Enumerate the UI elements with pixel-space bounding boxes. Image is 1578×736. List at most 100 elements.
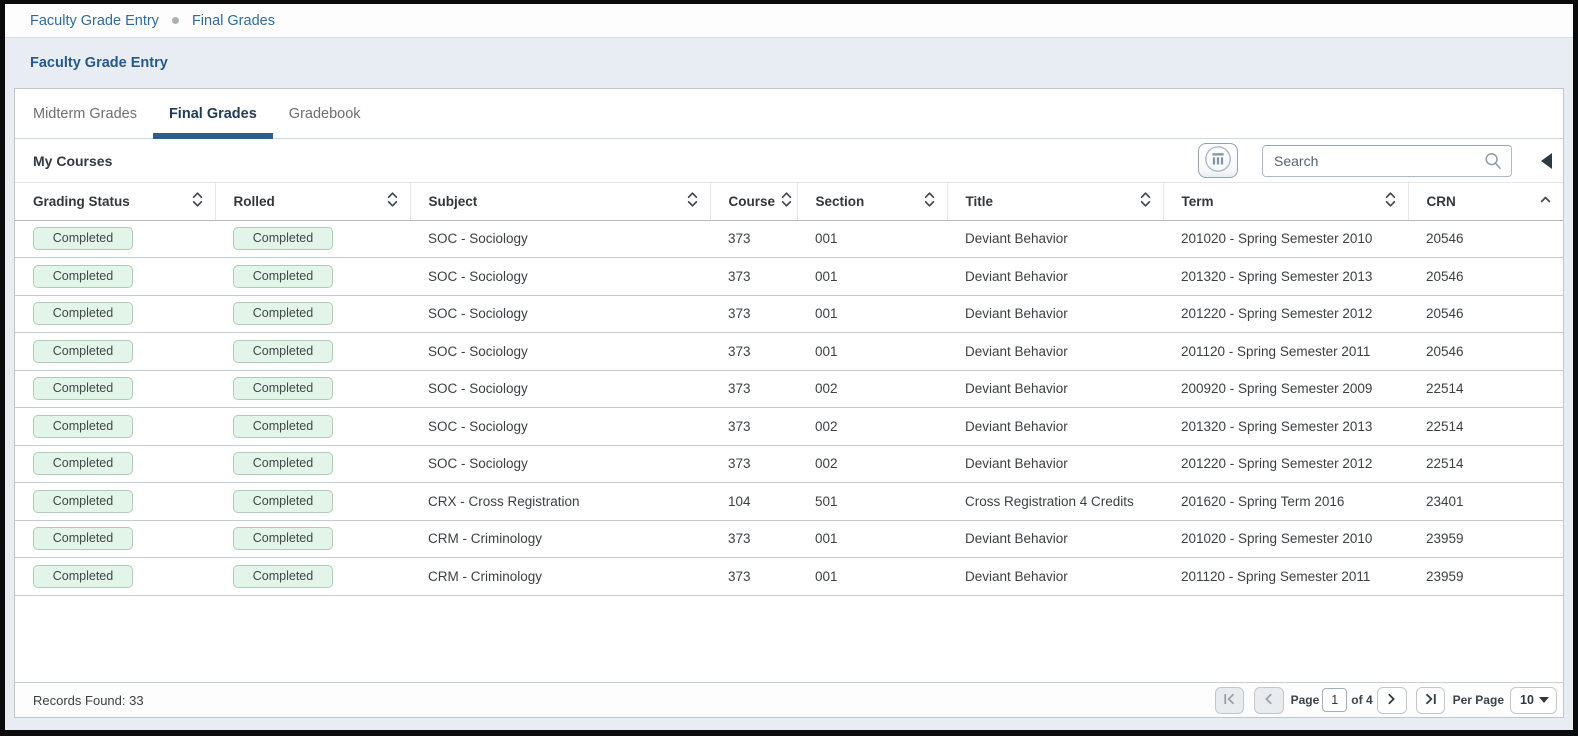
column-header-inner: Title: [966, 191, 1151, 211]
tab-label: Final Grades: [169, 106, 257, 122]
sort-toggle-icon[interactable]: [387, 191, 398, 211]
cell-section: 001: [797, 295, 947, 333]
first-page-button[interactable]: [1215, 687, 1244, 714]
column-header-term[interactable]: Term: [1163, 183, 1408, 220]
sort-toggle-icon[interactable]: [192, 191, 203, 211]
status-badge: Completed: [233, 302, 333, 325]
table-row[interactable]: CompletedCompletedSOC - Sociology373001D…: [15, 220, 1563, 258]
tab-gradebook[interactable]: Gradebook: [273, 89, 377, 138]
cell-section: 001: [797, 558, 947, 596]
pagination: Page of 4: [1215, 687, 1557, 714]
column-label: Term: [1182, 194, 1214, 209]
per-page-value: 10: [1520, 693, 1534, 707]
cell-rolled: Completed: [215, 520, 410, 558]
cell-subject: CRX - Cross Registration: [410, 483, 710, 521]
sort-ascending-icon[interactable]: [1540, 191, 1551, 211]
next-page-button[interactable]: [1377, 687, 1407, 714]
cell-term: 201220 - Spring Semester 2012: [1163, 445, 1408, 483]
table-row[interactable]: CompletedCompletedSOC - Sociology373002D…: [15, 370, 1563, 408]
caret-down-icon: [1539, 697, 1549, 703]
cell-crn: 20546: [1408, 258, 1563, 296]
status-badge: Completed: [233, 490, 333, 513]
column-header-inner: Rolled: [234, 191, 398, 211]
first-page-icon: [1223, 693, 1236, 708]
column-label: Subject: [429, 194, 478, 209]
search-input[interactable]: [1262, 145, 1512, 177]
sort-toggle-icon[interactable]: [687, 191, 698, 211]
column-label: Title: [966, 194, 994, 209]
status-badge: Completed: [233, 565, 333, 588]
status-badge: Completed: [233, 227, 333, 250]
cell-section: 002: [797, 408, 947, 446]
status-badge: Completed: [33, 490, 133, 513]
table-body: CompletedCompletedSOC - Sociology373001D…: [15, 220, 1563, 595]
table-row[interactable]: CompletedCompletedSOC - Sociology373002D…: [15, 408, 1563, 446]
cell-course: 104: [710, 483, 797, 521]
column-header-subject[interactable]: Subject: [410, 183, 710, 220]
cell-grading-status: Completed: [15, 295, 215, 333]
cell-rolled: Completed: [215, 408, 410, 446]
column-label: Grading Status: [33, 194, 130, 209]
sort-toggle-icon[interactable]: [781, 191, 792, 211]
column-header-inner: Course: [729, 191, 785, 211]
cell-crn: 22514: [1408, 408, 1563, 446]
cell-grading-status: Completed: [15, 258, 215, 296]
cell-crn: 20546: [1408, 295, 1563, 333]
screen: Faculty Grade Entry Final Grades Faculty…: [0, 0, 1578, 736]
cell-crn: 22514: [1408, 445, 1563, 483]
column-label: Rolled: [234, 194, 275, 209]
previous-page-icon: [1264, 693, 1273, 708]
cell-grading-status: Completed: [15, 483, 215, 521]
status-badge: Completed: [33, 302, 133, 325]
column-header-rolled[interactable]: Rolled: [215, 183, 410, 220]
courses-table: Grading Status Rolled Subject Course Section…: [15, 183, 1563, 596]
collapse-panel-toggle-icon[interactable]: [1541, 153, 1552, 169]
cell-course: 373: [710, 520, 797, 558]
cell-section: 001: [797, 520, 947, 558]
column-header-title[interactable]: Title: [947, 183, 1163, 220]
tab-midterm-grades[interactable]: Midterm Grades: [17, 89, 153, 138]
cell-crn: 23959: [1408, 520, 1563, 558]
column-label: CRN: [1427, 194, 1456, 209]
cell-grading-status: Completed: [15, 445, 215, 483]
breadcrumb-current: Final Grades: [192, 13, 275, 29]
column-header-crn[interactable]: CRN: [1408, 183, 1563, 220]
cell-crn: 22514: [1408, 370, 1563, 408]
sort-toggle-icon[interactable]: [1385, 191, 1396, 211]
cell-term: 201220 - Spring Semester 2012: [1163, 295, 1408, 333]
tab-final-grades[interactable]: Final Grades: [153, 89, 273, 138]
cell-grading-status: Completed: [15, 520, 215, 558]
column-header-course[interactable]: Course: [710, 183, 797, 220]
table-row[interactable]: Completed Completed CRX - Cross Registrati…: [15, 483, 1563, 521]
table-row[interactable]: CompletedCompletedCRM - Criminology37300…: [15, 558, 1563, 596]
per-page-select[interactable]: 10: [1510, 687, 1557, 714]
status-badge: Completed: [233, 377, 333, 400]
page-number-input[interactable]: [1322, 688, 1347, 712]
cell-rolled: Completed: [215, 295, 410, 333]
cell-term: 201020 - Spring Semester 2010: [1163, 220, 1408, 258]
table-row[interactable]: CompletedCompletedSOC - Sociology373001D…: [15, 333, 1563, 371]
cell-title: Deviant Behavior: [947, 408, 1163, 446]
breadcrumb: Faculty Grade Entry Final Grades: [5, 4, 1573, 38]
bank-tool-button[interactable]: [1198, 143, 1238, 178]
page-label: Page: [1291, 693, 1320, 707]
cell-section: 002: [797, 370, 947, 408]
column-header-section[interactable]: Section: [797, 183, 947, 220]
column-label: Course: [729, 194, 776, 209]
cell-subject: CRM - Criminology: [410, 520, 710, 558]
cell-rolled: Completed: [215, 558, 410, 596]
table-row[interactable]: CompletedCompletedSOC - Sociology373001D…: [15, 258, 1563, 296]
cell-course: 373: [710, 258, 797, 296]
table-row[interactable]: CompletedCompletedCRM - Criminology37300…: [15, 520, 1563, 558]
courses-toolbar: My Courses: [15, 139, 1563, 183]
column-header-grading-status[interactable]: Grading Status: [15, 183, 215, 220]
cell-crn: 23959: [1408, 558, 1563, 596]
toolbar-right-group: [1198, 143, 1563, 178]
sort-toggle-icon[interactable]: [924, 191, 935, 211]
breadcrumb-root-link[interactable]: Faculty Grade Entry: [30, 13, 159, 29]
table-row[interactable]: CompletedCompletedSOC - Sociology373002D…: [15, 445, 1563, 483]
sort-toggle-icon[interactable]: [1140, 191, 1151, 211]
table-row[interactable]: CompletedCompletedSOC - Sociology373001D…: [15, 295, 1563, 333]
last-page-button[interactable]: [1416, 687, 1445, 714]
previous-page-button[interactable]: [1254, 687, 1284, 714]
